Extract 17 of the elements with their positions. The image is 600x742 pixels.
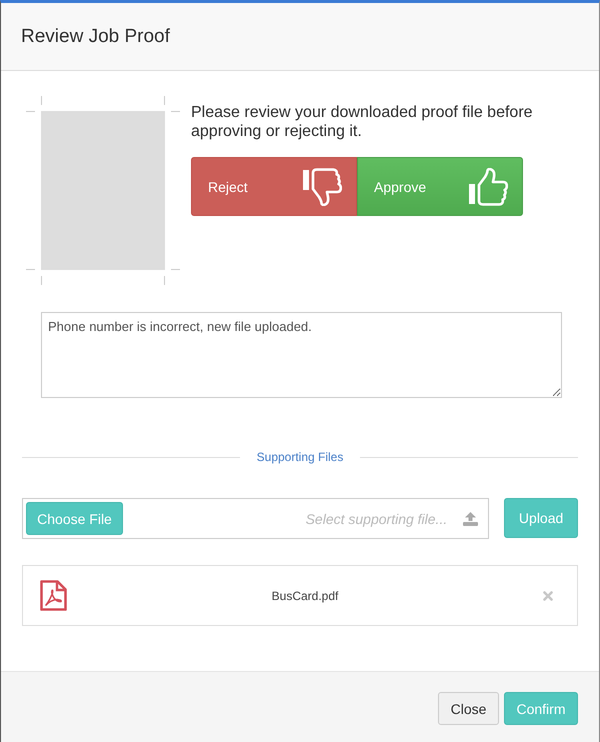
dialog-title: Review Job Proof — [21, 26, 170, 48]
section-heading: Supporting Files — [256, 450, 344, 464]
approve-button[interactable]: Approve — [357, 157, 523, 216]
instructions-text: Please review your downloaded proof file before approving or rejecting it. — [191, 103, 534, 141]
confirm-button[interactable]: Confirm — [504, 692, 578, 725]
choose-file-button[interactable]: Choose File — [26, 502, 123, 535]
pdf-file-icon — [40, 580, 67, 611]
reject-button[interactable]: Reject — [191, 157, 357, 216]
upload-button[interactable]: Upload — [504, 498, 578, 538]
file-name: BusCard.pdf — [270, 588, 340, 602]
comment-field[interactable]: Phone number is incorrect, new file uploaded. — [41, 312, 562, 398]
close-button[interactable]: Close — [438, 692, 499, 725]
upload-icon — [463, 512, 478, 526]
thumbs-up-icon — [468, 168, 508, 206]
file-input-field[interactable]: Choose File Select supporting file... — [22, 498, 490, 539]
thumbs-down-icon — [302, 168, 342, 206]
remove-icon[interactable] — [543, 590, 553, 600]
